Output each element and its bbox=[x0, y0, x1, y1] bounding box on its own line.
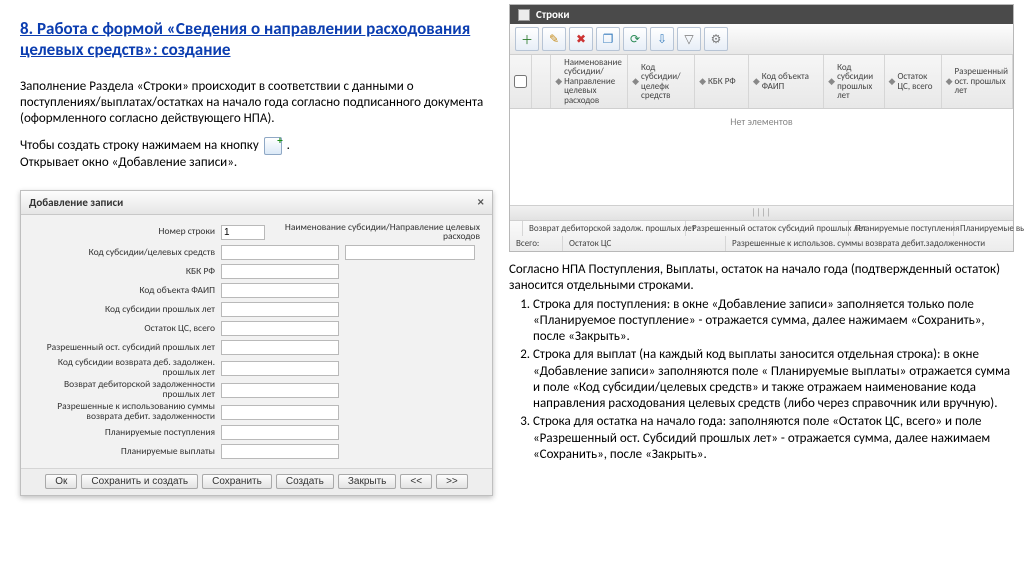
col7[interactable]: Разрешенный ост. прошлых лет bbox=[954, 67, 1008, 95]
panel-title-text: Строки bbox=[536, 8, 570, 21]
tb-settings-icon[interactable]: ⚙ bbox=[704, 27, 728, 51]
right-intro: Согласно НПА Поступления, Выплаты, остат… bbox=[509, 262, 1014, 295]
dialog-titlebar: Добавление записи × bbox=[21, 191, 492, 215]
f11-label: Планируемые выплаты bbox=[29, 447, 221, 457]
f2-label: КБК РФ bbox=[29, 267, 221, 277]
rows-panel: Строки ＋ ✎ ✖ ❐ ⟳ ⇩ ▽ ⚙ ◆Наименование суб… bbox=[509, 4, 1014, 252]
f9-label: Разрешенные к использованию суммы возвра… bbox=[29, 402, 221, 422]
col4[interactable]: Код объекта ФАИП bbox=[762, 72, 819, 91]
tb-delete-icon[interactable]: ✖ bbox=[569, 27, 593, 51]
f7-label: Код субсидии возврата деб. задолжен. про… bbox=[29, 358, 221, 378]
col1[interactable]: Наименование субсидии/Направление целевы… bbox=[564, 58, 623, 105]
row-number-label: Номер строки bbox=[29, 227, 221, 237]
subsidy-name-label: Наименование субсидии/Направление целевы… bbox=[265, 223, 480, 243]
tb-export-icon[interactable]: ⇩ bbox=[650, 27, 674, 51]
f1-input[interactable] bbox=[221, 245, 339, 260]
panel-footer: Возврат дебиторской задолж. прошлых лет … bbox=[510, 220, 1013, 251]
grid-scrollbar[interactable] bbox=[510, 205, 1013, 220]
col3[interactable]: КБК РФ bbox=[708, 77, 736, 86]
f4-label: Код субсидии прошлых лет bbox=[29, 305, 221, 315]
grid-header: ◆Наименование субсидии/Направление целев… bbox=[510, 55, 1013, 109]
intro-paragraph-1: Заполнение Раздела «Строки» происходит в… bbox=[20, 79, 493, 128]
tb-refresh-icon[interactable]: ⟳ bbox=[623, 27, 647, 51]
grid-select-all[interactable] bbox=[514, 75, 527, 88]
intro-text-a: Чтобы создать строку нажимаем на кнопку bbox=[20, 138, 259, 153]
f8-label: Возврат дебиторской задолженности прошлы… bbox=[29, 380, 221, 400]
f7-input[interactable] bbox=[221, 361, 339, 376]
instructions-list: Строка для поступления: в окне «Добавлен… bbox=[509, 297, 1014, 464]
instruction-3: Строка для остатка на начало года: запол… bbox=[533, 414, 1014, 463]
pf-r1c4: Планируемые выплаты bbox=[954, 221, 1024, 236]
pf-r1c3: Планируемые поступления bbox=[849, 221, 954, 236]
instruction-2: Строка для выплат (на каждый код выплаты… bbox=[533, 347, 1014, 412]
tb-copy-icon[interactable]: ❐ bbox=[596, 27, 620, 51]
f5-label: Остаток ЦС, всего bbox=[29, 324, 221, 334]
col2[interactable]: Код субсидии/целефк средств bbox=[641, 63, 690, 101]
panel-titlebar: Строки bbox=[510, 5, 1013, 24]
no-items-text: Нет элементов bbox=[730, 115, 792, 128]
panel-toolbar: ＋ ✎ ✖ ❐ ⟳ ⇩ ▽ ⚙ bbox=[510, 24, 1013, 55]
save-button[interactable]: Сохранить bbox=[202, 474, 272, 489]
pf-r2c2: Разрешенные к использов. суммы возврата … bbox=[726, 236, 1013, 251]
next-button[interactable]: >> bbox=[436, 474, 468, 489]
pf-r2c1: Остаток ЦС bbox=[563, 236, 726, 251]
f4-input[interactable] bbox=[221, 302, 339, 317]
f2-input[interactable] bbox=[221, 264, 339, 279]
add-record-dialog: Добавление записи × Номер строки Наимено… bbox=[20, 190, 493, 497]
f9-input[interactable] bbox=[221, 405, 339, 420]
add-row-icon bbox=[264, 137, 282, 155]
intro-text-b: . bbox=[287, 138, 290, 153]
f10-label: Планируемые поступления bbox=[29, 428, 221, 438]
f3-label: Код объекта ФАИП bbox=[29, 286, 221, 296]
f8-input[interactable] bbox=[221, 383, 339, 398]
col6[interactable]: Остаток ЦС, всего bbox=[897, 72, 936, 91]
ok-button[interactable]: Ок bbox=[45, 474, 77, 489]
page-title: 8. Работа с формой «Сведения о направлен… bbox=[20, 18, 493, 61]
tb-add-icon[interactable]: ＋ bbox=[515, 27, 539, 51]
dialog-title-text: Добавление записи bbox=[29, 196, 123, 209]
f1-label: Код субсидии/целевых средств bbox=[29, 248, 221, 258]
subsidy-name-input[interactable] bbox=[345, 245, 475, 260]
dialog-close-button[interactable]: × bbox=[478, 195, 484, 210]
tb-filter-icon[interactable]: ▽ bbox=[677, 27, 701, 51]
pf-total: Всего: bbox=[510, 236, 563, 251]
f5-input[interactable] bbox=[221, 321, 339, 336]
f6-label: Разрешенный ост. субсидий прошлых лет bbox=[29, 343, 221, 353]
instruction-1: Строка для поступления: в окне «Добавлен… bbox=[533, 297, 1014, 346]
grid-body-empty: Нет элементов bbox=[510, 109, 1013, 205]
save-create-button[interactable]: Сохранить и создать bbox=[81, 474, 198, 489]
prev-button[interactable]: << bbox=[400, 474, 432, 489]
f6-input[interactable] bbox=[221, 340, 339, 355]
close-button[interactable]: Закрыть bbox=[338, 474, 397, 489]
row-number-input[interactable] bbox=[221, 225, 265, 240]
col5[interactable]: Код субсидии прошлых лет bbox=[837, 63, 879, 101]
intro-text-c: Открывает окно «Добавление записи». bbox=[20, 155, 237, 170]
f11-input[interactable] bbox=[221, 444, 339, 459]
pf-r1c1: Возврат дебиторской задолж. прошлых лет bbox=[523, 221, 686, 236]
create-button[interactable]: Создать bbox=[276, 474, 334, 489]
tb-edit-icon[interactable]: ✎ bbox=[542, 27, 566, 51]
intro-paragraph-2: Чтобы создать строку нажимаем на кнопку … bbox=[20, 137, 493, 171]
f3-input[interactable] bbox=[221, 283, 339, 298]
pf-r1c2: Разрешенный остаток субсидий прошлых лет bbox=[686, 221, 849, 236]
f10-input[interactable] bbox=[221, 425, 339, 440]
